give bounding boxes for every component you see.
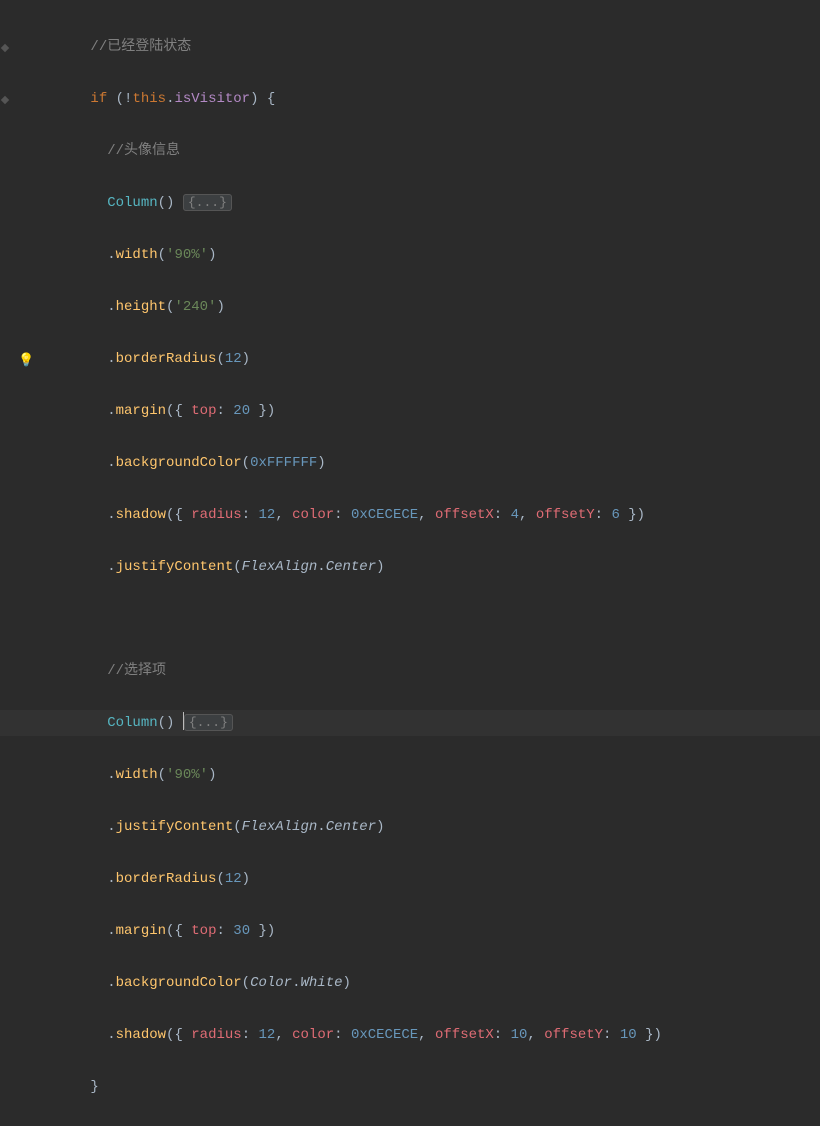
code-line: if (!this.isVisitor) {	[40, 86, 820, 112]
method: margin	[116, 923, 166, 939]
code-line: //已经登陆状态	[40, 34, 820, 60]
string-literal: '90%'	[166, 767, 208, 783]
object-key: color	[292, 1027, 334, 1043]
number-literal: 12	[259, 1027, 276, 1043]
comment: //选择项	[107, 663, 166, 679]
number-literal: 0xCECECE	[351, 1027, 418, 1043]
keyword-if: if	[90, 91, 107, 107]
object-key: offsetY	[536, 507, 595, 523]
method: justifyContent	[116, 819, 234, 835]
text-cursor	[183, 712, 184, 730]
enum-type: Color	[250, 975, 292, 991]
folded-region[interactable]: {...}	[183, 194, 232, 211]
code-line-current: Column() {...}	[40, 710, 820, 736]
number-literal: 10	[620, 1027, 637, 1043]
function-call: Column	[107, 195, 157, 211]
enum-member: White	[300, 975, 342, 991]
object-key: radius	[191, 1027, 241, 1043]
editor-gutter: 💡	[0, 0, 40, 573]
code-line: }	[40, 1074, 820, 1100]
string-literal: '240'	[174, 299, 216, 315]
code-line: .backgroundColor(0xFFFFFF)	[40, 450, 820, 476]
number-literal: 20	[233, 403, 250, 419]
method: width	[116, 767, 158, 783]
code-line: .width('90%')	[40, 242, 820, 268]
code-line: .width('90%')	[40, 762, 820, 788]
object-key: offsetY	[544, 1027, 603, 1043]
code-line: .borderRadius(12)	[40, 346, 820, 372]
code-line: .shadow({ radius: 12, color: 0xCECECE, o…	[40, 1022, 820, 1048]
code-line: .justifyContent(FlexAlign.Center)	[40, 814, 820, 840]
method: backgroundColor	[116, 455, 242, 471]
code-line	[40, 606, 820, 632]
function-call: Column	[107, 715, 157, 731]
comment: //头像信息	[107, 143, 180, 159]
code-line: .margin({ top: 30 })	[40, 918, 820, 944]
gutter-fold-marker[interactable]	[1, 96, 9, 104]
number-literal: 12	[225, 871, 242, 887]
gutter-fold-marker[interactable]	[1, 44, 9, 52]
enum-member: Center	[326, 819, 376, 835]
code-line: .margin({ top: 20 })	[40, 398, 820, 424]
method: height	[116, 299, 166, 315]
enum-type: FlexAlign	[242, 819, 318, 835]
number-literal: 30	[233, 923, 250, 939]
code-line: .backgroundColor(Color.White)	[40, 970, 820, 996]
object-key: top	[191, 923, 216, 939]
code-line: .shadow({ radius: 12, color: 0xCECECE, o…	[40, 502, 820, 528]
number-literal: 0xFFFFFF	[250, 455, 317, 471]
method: margin	[116, 403, 166, 419]
code-line: .height('240')	[40, 294, 820, 320]
object-key: radius	[191, 507, 241, 523]
method: borderRadius	[116, 351, 217, 367]
code-line: .borderRadius(12)	[40, 866, 820, 892]
method: borderRadius	[116, 871, 217, 887]
object-key: offsetX	[435, 1027, 494, 1043]
number-literal: 0xCECECE	[351, 507, 418, 523]
number-literal: 12	[225, 351, 242, 367]
method: shadow	[116, 1027, 166, 1043]
code-line: Column() {...}	[40, 190, 820, 216]
number-literal: 10	[511, 1027, 528, 1043]
string-literal: '90%'	[166, 247, 208, 263]
folded-region[interactable]: {...}	[184, 714, 233, 731]
property: isVisitor	[174, 91, 250, 107]
object-key: offsetX	[435, 507, 494, 523]
object-key: top	[191, 403, 216, 419]
method: shadow	[116, 507, 166, 523]
method: backgroundColor	[116, 975, 242, 991]
code-editor[interactable]: //已经登陆状态 if (!this.isVisitor) { //头像信息 C…	[40, 0, 820, 1126]
comment: //已经登陆状态	[90, 39, 191, 55]
number-literal: 4	[511, 507, 519, 523]
keyword-this: this	[132, 91, 166, 107]
code-line: //选择项	[40, 658, 820, 684]
intention-bulb-icon[interactable]: 💡	[18, 348, 32, 362]
method: width	[116, 247, 158, 263]
code-line: //头像信息	[40, 138, 820, 164]
object-key: color	[292, 507, 334, 523]
code-line: .justifyContent(FlexAlign.Center)	[40, 554, 820, 580]
number-literal: 12	[259, 507, 276, 523]
number-literal: 6	[611, 507, 619, 523]
